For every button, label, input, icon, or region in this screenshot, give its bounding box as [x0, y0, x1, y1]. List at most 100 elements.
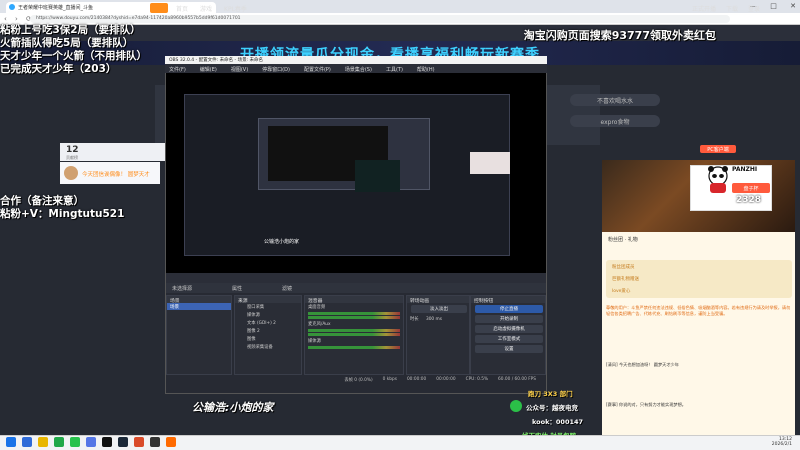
volume-meter — [308, 312, 400, 315]
chat-system-notice: 尊敬的用户：斗鱼严禁任何违法违规、低俗色情、吸烟酗酒等内容。若有违规行为请及时举… — [606, 305, 791, 316]
gift-item[interactable]: 巨额礼物赠送 — [612, 276, 639, 282]
start-menu-icon[interactable] — [6, 437, 16, 447]
menu-edit[interactable]: 编辑(E) — [200, 66, 217, 73]
taskbar-app-icon[interactable] — [22, 437, 32, 447]
mixer-channel-label: 媒体源 — [308, 339, 321, 344]
taskbar-app-icon[interactable] — [54, 437, 64, 447]
scene-item[interactable]: 场景 — [167, 303, 231, 310]
source-toolbar: 未选择源 属性 滤镜 — [166, 283, 546, 293]
sponsor-name: PANZHI — [732, 166, 758, 173]
source-item[interactable]: 图像 2 — [235, 327, 301, 335]
transitions-dock: 转场动画 淡入淡出 时长 300 ms — [406, 295, 470, 375]
rank-label[interactable]: 贡献榜 — [66, 155, 78, 161]
menu-scene-collection[interactable]: 场景集合(S) — [345, 66, 372, 73]
nested-sponsor-card — [470, 152, 510, 174]
menu-file[interactable]: 文件(F) — [169, 66, 186, 73]
overlay-rule-line: 已完成天才少年（203） — [0, 63, 117, 75]
nested-brand-text: 公输浩小炮的家 — [264, 239, 300, 245]
taskbar-app-icon[interactable] — [86, 437, 96, 447]
source-item[interactable]: 文本 (GDI+) 2 — [235, 319, 301, 327]
taskbar-app-icon[interactable] — [38, 437, 48, 447]
recommend-pill[interactable]: expro食物 — [570, 115, 660, 127]
taskbar-app-icon[interactable] — [134, 437, 144, 447]
sponsor-count: 2328 — [736, 195, 762, 205]
taskbar-app-icon[interactable] — [70, 437, 80, 447]
gift-item[interactable]: love爱心 — [612, 288, 630, 294]
browser-tab-title: 王者荣耀中班赛英雄_直播间_斗鱼 — [18, 5, 94, 11]
nested-overlay-box — [355, 160, 400, 192]
menu-help[interactable]: 帮助(H) — [417, 66, 435, 73]
download-link[interactable]: 下载 — [726, 4, 738, 13]
volume-meter — [308, 346, 400, 349]
chat-message: [赛事] 你说的对，只有努力才能实现梦想。 — [606, 402, 686, 407]
panda-logo-icon — [708, 166, 728, 193]
controls-title: 控制按钮 — [471, 296, 545, 304]
site-header-links: 正式开播 下载 登录 — [692, 4, 760, 13]
pc-client-button[interactable]: PC客户端 — [700, 145, 736, 153]
menu-tools[interactable]: 工具(T) — [386, 66, 403, 73]
taskbar-app-icon[interactable] — [150, 437, 160, 447]
source-item[interactable]: 图像 — [235, 335, 301, 343]
mixer-channel-label: 桌面音频 — [308, 305, 326, 310]
cpu-usage: CPU: 0.5% — [465, 377, 489, 382]
source-item[interactable]: 窗口采集 — [235, 303, 301, 311]
nav-home[interactable]: 首页 — [176, 4, 188, 13]
mixer-title: 混音器 — [305, 296, 403, 304]
duration-input[interactable]: 300 ms — [426, 317, 442, 322]
douyu-logo-icon[interactable] — [150, 3, 168, 13]
obs-statusbar: 丢帧 0 (0.0%) 0 kbps 00:00:00 00:00:00 CPU… — [166, 377, 546, 385]
contact-line: 跑刀 3X3 部门 — [528, 390, 573, 398]
maximize-button[interactable]: □ — [770, 2, 777, 11]
no-source-selected: 未选择源 — [172, 286, 193, 292]
gift-item[interactable]: 粉丝团成员 — [612, 264, 635, 270]
start-live-link[interactable]: 正式开播 — [692, 4, 716, 13]
taskbar-clock[interactable]: 13:12 2026/2/1 — [772, 437, 792, 447]
clock-date: 2026/2/1 — [771, 442, 792, 447]
virtual-camera-button[interactable]: 启动虚拟摄像机 — [475, 325, 543, 333]
menu-docks[interactable]: 停靠窗口(D) — [262, 66, 290, 73]
chat-message: [清风] 今天也想加油呀！ 圆梦天才少年 — [606, 362, 679, 367]
nav-kpl[interactable]: KPL春季 — [224, 4, 247, 13]
rank-number: 12 — [66, 145, 79, 155]
obs-titlebar[interactable]: OBS 32.0.4 - 配置文件: 未命名 - 场景: 未命名 — [165, 56, 547, 64]
dropped-frames: 丢帧 0 (0.0%) — [344, 378, 373, 383]
stop-streaming-button[interactable]: 停止直播 — [475, 305, 543, 313]
controls-dock: 控制按钮 停止直播 开始录制 启动虚拟摄像机 工作室模式 设置 — [470, 295, 546, 375]
studio-mode-button[interactable]: 工作室模式 — [475, 335, 543, 343]
source-item[interactable]: 视频采集设备 — [235, 343, 301, 351]
settings-button[interactable]: 设置 — [475, 345, 543, 353]
transition-select[interactable]: 淡入淡出 — [411, 305, 467, 313]
taskbar-app-icon[interactable] — [166, 437, 176, 447]
chat-header[interactable]: 粉丝团 · 礼物 — [608, 236, 638, 243]
nav-games[interactable]: 游戏 — [200, 4, 212, 13]
recommend-pill[interactable]: 不喜欢喝水水 — [570, 94, 660, 106]
duration-label: 时长 300 ms — [407, 315, 469, 323]
room-slogan: 今天团信诶偶像！ 圆梦天才 — [82, 172, 150, 178]
volume-slider[interactable] — [308, 333, 400, 336]
bitrate: 0 kbps — [382, 377, 397, 382]
audio-mixer-dock: 混音器 桌面音频 麦克风/Aux 媒体源 — [304, 295, 404, 375]
sponsor-label: 盘子杯 — [732, 183, 770, 193]
transitions-title: 转场动画 — [407, 296, 469, 304]
filters-button[interactable]: 滤镜 — [282, 285, 292, 292]
volume-meter — [308, 329, 400, 332]
avatar[interactable] — [64, 166, 78, 180]
overlay-brand: 公输浩:小炮的家 — [192, 401, 274, 414]
overlay-fans: 粘粉+V：Mingtutu521 — [0, 208, 125, 220]
login-link[interactable]: 登录 — [748, 4, 760, 13]
contact-line: 公众号：越夜电竞 — [526, 404, 578, 412]
menu-view[interactable]: 视图(V) — [231, 66, 248, 73]
scenes-dock: 场景 场景 — [166, 295, 232, 375]
start-recording-button[interactable]: 开始录制 — [475, 315, 543, 323]
properties-button[interactable]: 属性 — [232, 285, 242, 292]
source-item[interactable]: 媒体源 — [235, 311, 301, 319]
taskbar-icons — [6, 437, 176, 447]
volume-slider[interactable] — [308, 316, 400, 319]
menu-profile[interactable]: 配置文件(P) — [304, 66, 331, 73]
obs-menubar: 文件(F) 编辑(E) 视图(V) 停靠窗口(D) 配置文件(P) 场景集合(S… — [165, 64, 547, 73]
taskbar-app-icon[interactable] — [102, 437, 112, 447]
close-button[interactable]: ✕ — [790, 2, 796, 11]
taskbar-app-icon[interactable] — [118, 437, 128, 447]
wechat-icon — [510, 400, 522, 412]
site-nav: 首页 游戏 KPL春季 — [176, 4, 247, 13]
